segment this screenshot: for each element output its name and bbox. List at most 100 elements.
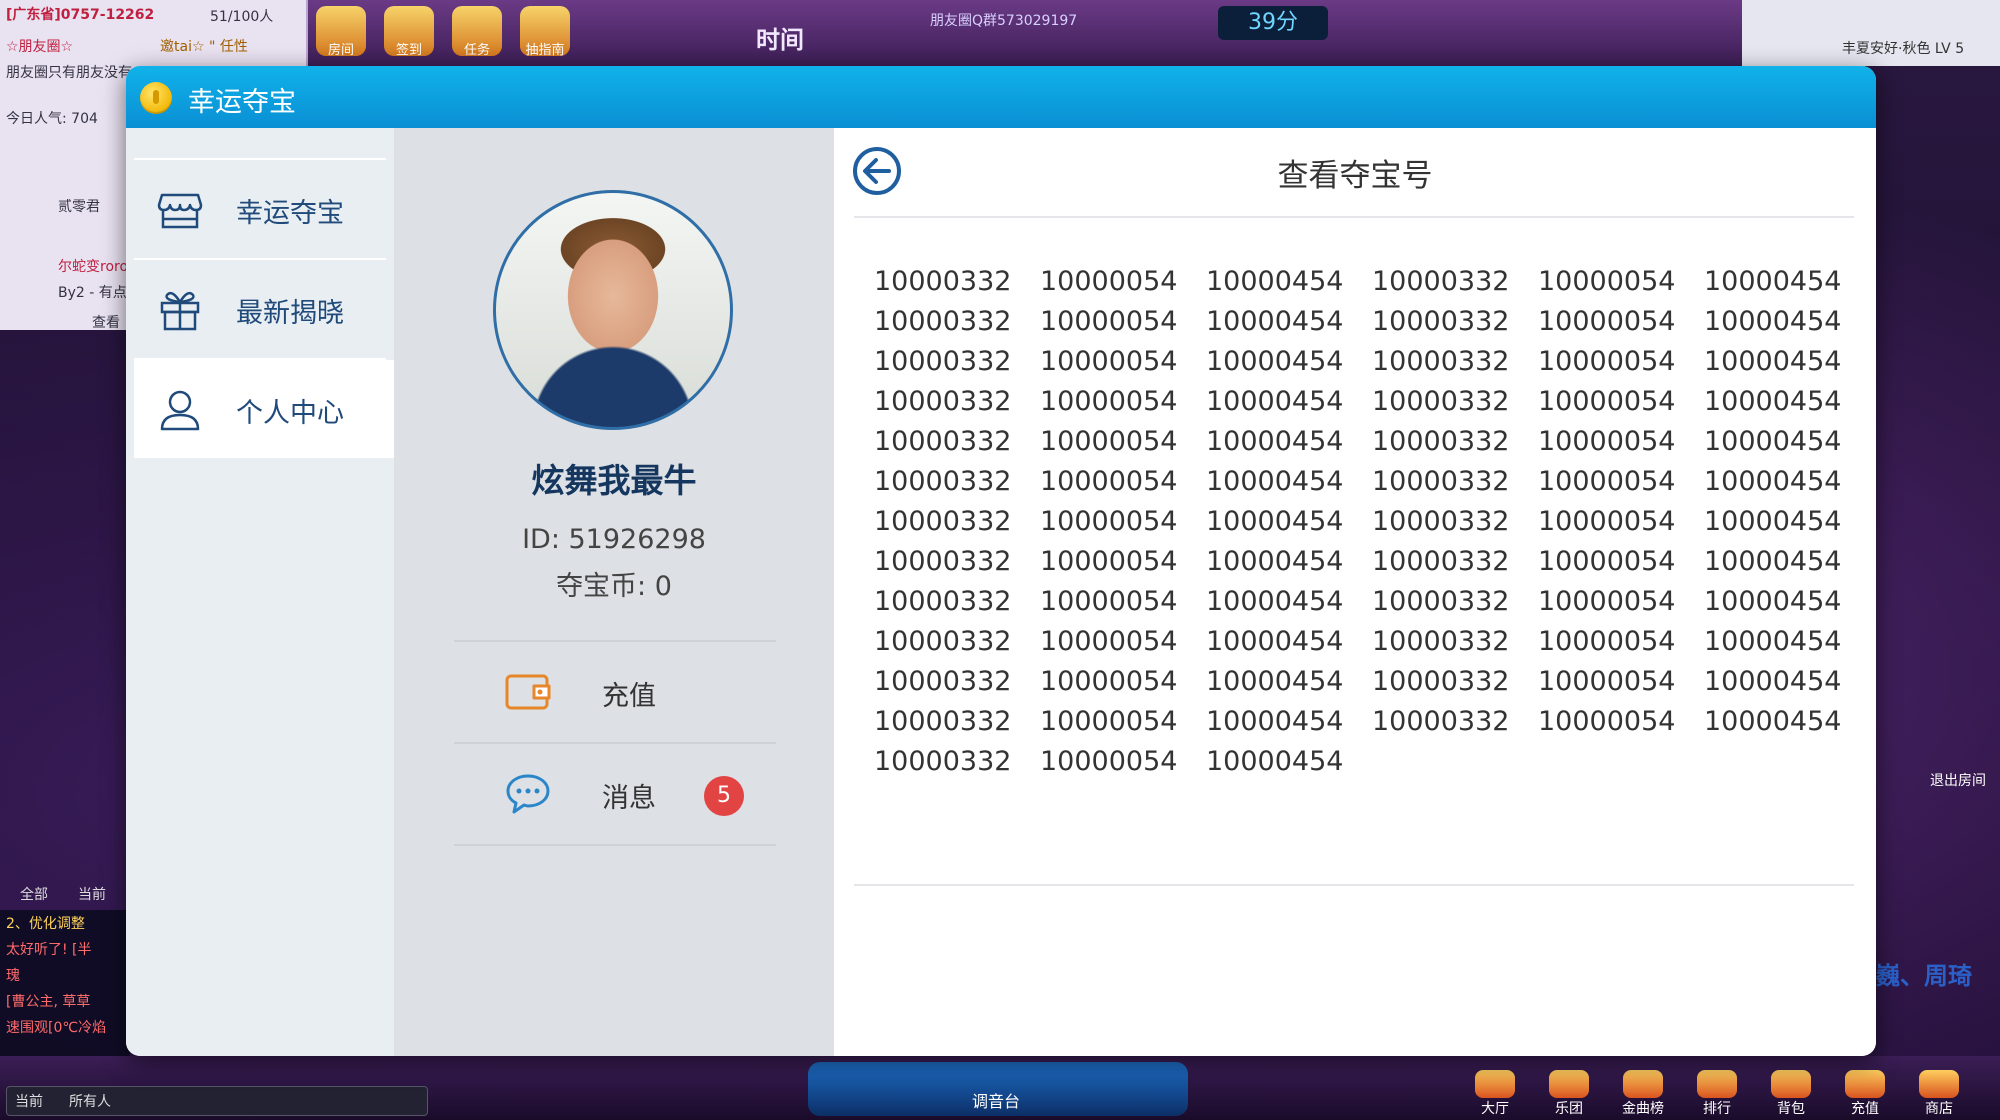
ticket-number: 10000454 [1704, 466, 1842, 497]
ticket-number: 10000454 [1206, 426, 1344, 457]
chat-tab-current[interactable]: 当前 [78, 884, 106, 904]
ticket-number: 10000332 [1372, 626, 1510, 657]
nav-label-lucky-treasure: 幸运夺宝 [236, 198, 344, 229]
ticket-number: 10000332 [1372, 426, 1510, 457]
ticket-number: 10000454 [1704, 266, 1842, 297]
title-divider [854, 216, 1854, 218]
room-title: [广东省]0757-12262 [6, 7, 155, 23]
profile-id: ID: 51926298 [522, 524, 706, 555]
chat-line: 瑰 [6, 968, 20, 984]
ticket-number: 10000332 [1372, 306, 1510, 337]
ticket-number: 10000054 [1538, 506, 1676, 537]
ticket-number: 10000054 [1538, 666, 1676, 697]
ticket-number: 10000332 [1372, 666, 1510, 697]
ticket-number: 10000332 [874, 466, 1012, 497]
profile-coins: 夺宝币: 0 [556, 571, 672, 602]
rank-icon[interactable]: 排行 [1692, 1070, 1742, 1117]
ticket-number: 10000454 [1704, 306, 1842, 337]
ticket-numbers-panel: 查看夺宝号 10000332 10000054 10000454 10000332 10… [834, 128, 1876, 1056]
ticket-number: 10000054 [1538, 706, 1676, 737]
ticket-number: 10000054 [1040, 386, 1178, 417]
ticket-number: 10000454 [1206, 586, 1344, 617]
chart-icon[interactable]: 金曲榜 [1618, 1070, 1668, 1117]
nav-item-latest-results[interactable]: 最新揭晓 [134, 260, 394, 358]
chat-tab-all[interactable]: 全部 [20, 884, 48, 904]
recharge-button[interactable]: 充值 [454, 642, 776, 742]
shop-shortcut-icon[interactable]: 商店 [1914, 1070, 1964, 1117]
ticket-number: 10000054 [1040, 626, 1178, 657]
ticket-number: 10000332 [1372, 546, 1510, 577]
bag-icon[interactable]: 背包 [1766, 1070, 1816, 1117]
recharge-shortcut-icon[interactable]: 充值 [1840, 1070, 1890, 1117]
nav-item-lucky-treasure[interactable]: 幸运夺宝 [134, 160, 394, 258]
ticket-number: 10000454 [1704, 546, 1842, 577]
lucky-treasure-dialog: 幸运夺宝 幸运夺宝 最新揭晓 个人中心 炫舞我最牛 ID: 51926298 夺… [126, 66, 1876, 1056]
exit-room-button[interactable]: 退出房间 [1930, 770, 1986, 790]
guide-icon[interactable]: 抽指南 [520, 6, 570, 58]
stage-names: 巍、周琦 [1876, 962, 1972, 990]
nav-label-personal-center: 个人中心 [236, 398, 344, 429]
bottom-divider [854, 884, 1854, 886]
ticket-number: 10000332 [874, 746, 1012, 777]
ticket-number: 10000454 [1206, 666, 1344, 697]
chat-line: 2、优化调整 [6, 916, 85, 932]
room-user-2-song: By2 - 有点 [58, 285, 127, 301]
shop-icon [157, 193, 203, 229]
profile-divider [454, 844, 776, 846]
signin-icon[interactable]: 签到 [384, 6, 434, 58]
room-view-link[interactable]: 查看 [92, 312, 120, 332]
score-display: 39分 [1218, 6, 1328, 40]
ticket-number: 10000454 [1206, 346, 1344, 377]
ticket-number: 10000054 [1538, 586, 1676, 617]
task-icon[interactable]: 任务 [452, 6, 502, 58]
chat-scope-all[interactable]: 所有人 [69, 1091, 111, 1111]
profile-name: 炫舞我最牛 [531, 461, 697, 500]
mixer-panel[interactable]: 调音台 [808, 1062, 1188, 1116]
ticket-number: 10000054 [1040, 706, 1178, 737]
chat-tabs: 全部 当前 [0, 884, 106, 904]
lobby-icon[interactable]: 大厅 [1470, 1070, 1520, 1117]
room-icon[interactable]: 房间 [316, 6, 366, 58]
ticket-number: 10000054 [1040, 266, 1178, 297]
ticket-number: 10000454 [1206, 466, 1344, 497]
ticket-number: 10000054 [1040, 346, 1178, 377]
room-user-2[interactable]: 尔蛇变roro [58, 256, 128, 276]
ticket-number: 10000332 [874, 546, 1012, 577]
game-time-label: 时间 [756, 26, 804, 54]
ticket-number: 10000454 [1206, 746, 1344, 777]
ticket-number: 10000454 [1704, 666, 1842, 697]
band-icon[interactable]: 乐团 [1544, 1070, 1594, 1117]
ticket-number: 10000332 [1372, 706, 1510, 737]
ticket-number: 10000332 [874, 346, 1012, 377]
gift-icon [160, 291, 200, 331]
ticket-number: 10000054 [1040, 426, 1178, 457]
ticket-number: 10000454 [1704, 426, 1842, 457]
ticket-number: 10000332 [874, 306, 1012, 337]
nav-item-personal-center[interactable]: 个人中心 [134, 360, 394, 458]
ticket-number: 10000454 [1206, 266, 1344, 297]
chat-scope-current[interactable]: 当前 [15, 1091, 43, 1111]
panel-title: 查看夺宝号 [1277, 158, 1433, 194]
chat-line: 速围观[0℃冷焰 [6, 1020, 107, 1036]
ticket-number: 10000454 [1206, 386, 1344, 417]
ticket-number: 10000054 [1040, 466, 1178, 497]
ticket-number: 10000454 [1704, 506, 1842, 537]
ticket-number: 10000454 [1704, 386, 1842, 417]
ticket-number: 10000332 [874, 506, 1012, 537]
ticket-number: 10000054 [1538, 626, 1676, 657]
room-popularity: 今日人气: 704 [6, 111, 98, 127]
messages-button[interactable]: 消息 5 [454, 744, 776, 844]
recharge-label: 充值 [602, 681, 656, 712]
group-text: 朋友圈Q群573029197 [930, 13, 1078, 29]
ticket-number: 10000054 [1538, 546, 1676, 577]
chat-input[interactable]: 当前 所有人 [6, 1086, 428, 1116]
chat-bubble-icon [506, 774, 550, 814]
ticket-number: 10000054 [1538, 466, 1676, 497]
ticket-number-grid: 10000332 10000054 10000454 10000332 10000054… [874, 262, 1854, 782]
ticket-number: 10000332 [1372, 466, 1510, 497]
room-user-1[interactable]: 贰零君 [58, 196, 100, 216]
ticket-number: 10000332 [1372, 266, 1510, 297]
ticket-number: 10000332 [874, 706, 1012, 737]
ticket-number: 10000454 [1704, 706, 1842, 737]
player-name: 丰夏安好·秋色 LV 5 [1842, 41, 1965, 57]
